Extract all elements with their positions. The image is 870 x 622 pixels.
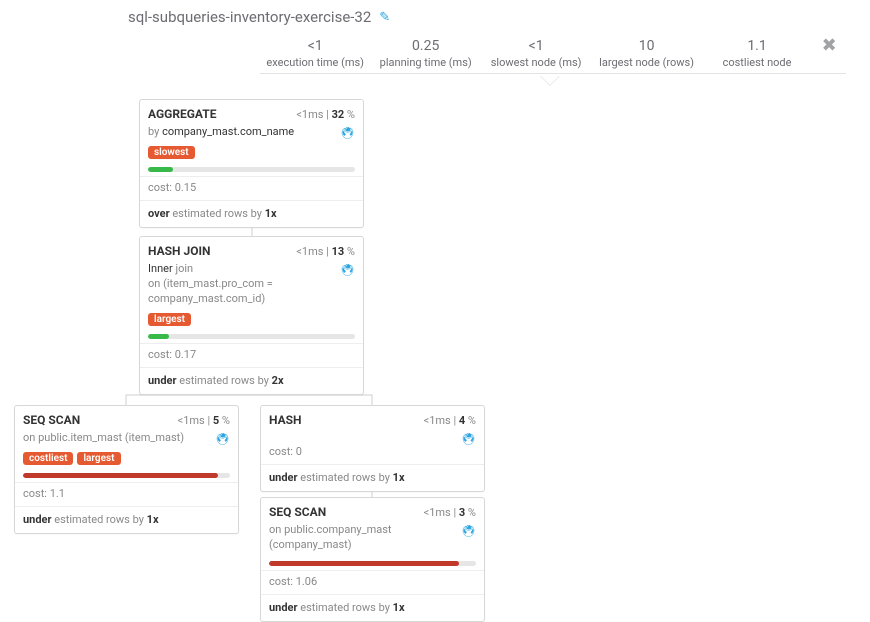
plan-canvas: AGGREGATE <1ms | 32 % by company_mast.co… xyxy=(0,0,870,619)
estimate-line: under estimated rows by 1x xyxy=(261,464,484,491)
badges: costliest largest xyxy=(15,452,238,471)
database-icon: 🖲 xyxy=(340,125,355,141)
cost-line: cost: 1.1 xyxy=(15,482,238,506)
database-icon: 🖲 xyxy=(461,523,476,539)
node-metrics: <1ms | 32 % xyxy=(296,108,355,121)
badges: slowest xyxy=(140,146,363,165)
node-hash-join[interactable]: HASH JOIN <1ms | 13 % Inner join on (ite… xyxy=(139,236,364,395)
estimate-line: under estimated rows by 1x xyxy=(15,506,238,533)
node-hash[interactable]: HASH <1ms | 4 % 🖲 cost: 0 under estimate… xyxy=(260,405,485,492)
badges: largest xyxy=(140,313,363,332)
node-aggregate[interactable]: AGGREGATE <1ms | 32 % by company_mast.co… xyxy=(139,99,364,228)
badge-slowest: slowest xyxy=(148,146,195,159)
progress-bar xyxy=(140,332,363,343)
estimate-line: under estimated rows by 1x xyxy=(261,594,484,621)
badge-costliest: costliest xyxy=(23,452,73,465)
node-subtitle: 🖲 xyxy=(261,431,484,445)
cost-line: cost: 0.15 xyxy=(140,176,363,200)
node-title: AGGREGATE xyxy=(148,107,216,121)
node-header: HASH JOIN <1ms | 13 % xyxy=(140,237,363,262)
database-icon: 🖲 xyxy=(461,431,476,447)
cost-line: cost: 0.17 xyxy=(140,343,363,367)
node-header: AGGREGATE <1ms | 32 % xyxy=(140,100,363,125)
badge-largest: largest xyxy=(148,313,191,326)
node-metrics: <1ms | 5 % xyxy=(178,414,230,427)
node-seq-scan-item-mast[interactable]: SEQ SCAN <1ms | 5 % on public.item_mast … xyxy=(14,405,239,534)
node-subtitle: on public.item_mast (item_mast) 🖲 xyxy=(15,431,238,452)
node-seq-scan-company-mast[interactable]: SEQ SCAN <1ms | 3 % on public.company_ma… xyxy=(260,497,485,622)
node-title: HASH xyxy=(269,413,302,427)
node-subtitle: Inner join on (item_mast.pro_com = compa… xyxy=(140,262,363,313)
node-title: SEQ SCAN xyxy=(269,505,326,519)
progress-bar xyxy=(140,165,363,176)
estimate-line: under estimated rows by 2x xyxy=(140,367,363,394)
node-title: HASH JOIN xyxy=(148,244,210,258)
node-metrics: <1ms | 13 % xyxy=(296,245,355,258)
node-metrics: <1ms | 3 % xyxy=(424,506,476,519)
database-icon: 🖲 xyxy=(215,431,230,447)
progress-bar xyxy=(261,559,484,570)
node-subtitle: by company_mast.com_name 🖲 xyxy=(140,125,363,146)
node-metrics: <1ms | 4 % xyxy=(424,414,476,427)
node-header: HASH <1ms | 4 % xyxy=(261,406,484,431)
node-header: SEQ SCAN <1ms | 3 % xyxy=(261,498,484,523)
cost-line: cost: 1.06 xyxy=(261,570,484,594)
estimate-line: over estimated rows by 1x xyxy=(140,200,363,227)
node-subtitle: on public.company_mast (company_mast) 🖲 xyxy=(261,523,484,559)
badge-largest: largest xyxy=(77,452,120,465)
database-icon: 🖲 xyxy=(340,262,355,278)
node-header: SEQ SCAN <1ms | 5 % xyxy=(15,406,238,431)
cost-line: cost: 0 xyxy=(261,445,484,464)
progress-bar xyxy=(15,471,238,482)
node-title: SEQ SCAN xyxy=(23,413,80,427)
